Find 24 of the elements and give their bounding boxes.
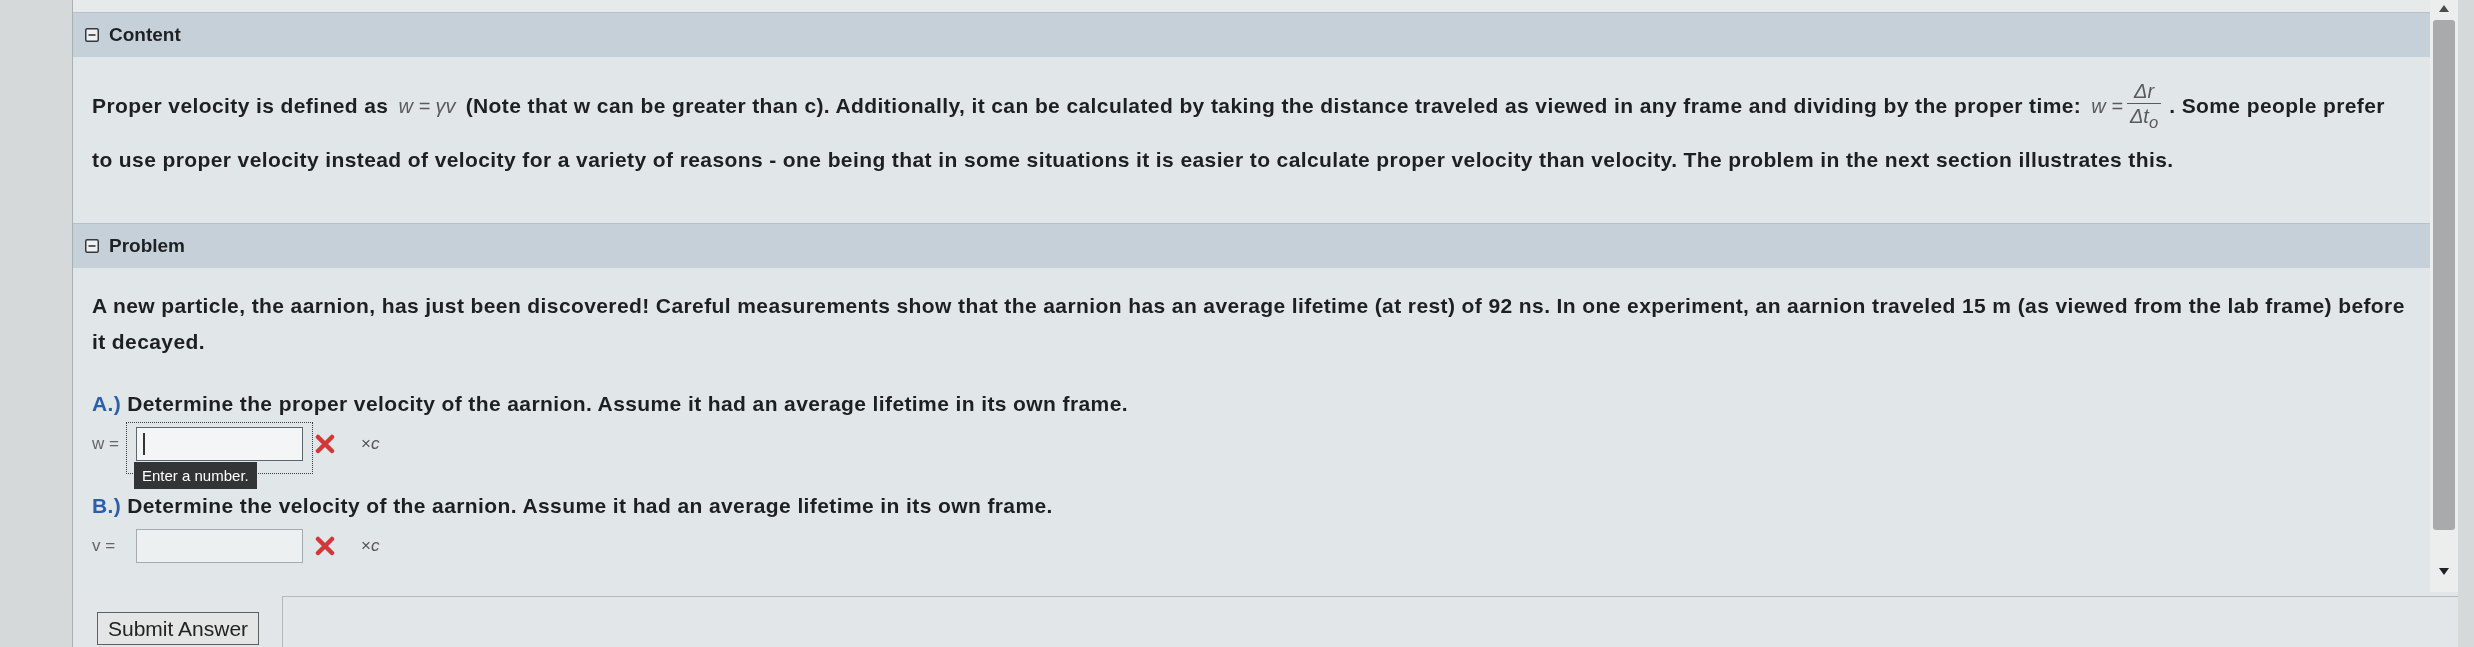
minus-box-icon[interactable] [85, 28, 99, 42]
part-label: A.) [92, 391, 122, 417]
text-cursor-icon [143, 433, 145, 455]
answer-field[interactable] [136, 529, 303, 563]
scrollbar-track[interactable] [2430, 0, 2458, 592]
scrollbar-thumb[interactable] [2433, 20, 2455, 530]
scroll-down-arrow-icon[interactable] [2439, 568, 2449, 575]
section-header[interactable]: Content [73, 12, 2430, 57]
variable-label: v = [92, 536, 117, 556]
section-title: Content [109, 24, 181, 46]
submit-button[interactable]: Submit Answer [97, 612, 260, 645]
section-header[interactable]: Problem [73, 223, 2430, 268]
variable-label: w = [92, 434, 120, 454]
unit-label: ×c [361, 434, 380, 454]
part-label: B.) [92, 493, 122, 519]
tooltip: Enter a number. [134, 462, 257, 489]
scroll-up-arrow-icon[interactable] [2439, 5, 2449, 12]
minus-box-icon[interactable] [85, 239, 99, 253]
question-text: Determine the proper velocity of the aarnion. Assume it had an average lifetime in its own frame. [127, 391, 1128, 417]
question-text: Determine the velocity of the aarnion. Assume it had an average lifetime in its own frame. [127, 493, 1053, 519]
unit-label: ×c [361, 536, 380, 556]
problem-statement: A new particle, the aarnion, has just been discovered! Careful measurements show that the aarnion has an average lifetime (at rest) of 92 ns. In one experiment, an aarnion traveled 15 m (as viewed from the lab frame) before it decayed. [92, 293, 2406, 355]
section-title: Problem [109, 235, 186, 257]
answer-field[interactable] [136, 427, 303, 461]
